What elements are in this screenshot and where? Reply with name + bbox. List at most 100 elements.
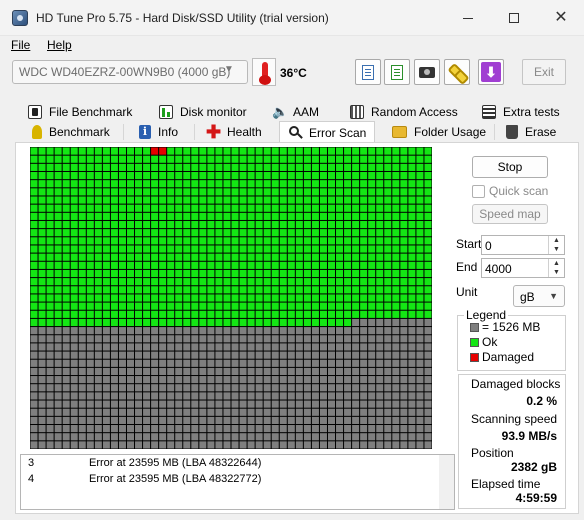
scan-block-ok [207,171,215,180]
scan-block-ok [78,163,86,171]
scan-block-unscanned [207,335,215,343]
scan-block-unscanned [54,400,62,408]
scan-block-ok [151,155,159,163]
tab-health[interactable]: ✚ Health [206,122,262,142]
speed-map-button[interactable]: Speed map [472,204,548,224]
scan-block-ok [231,212,239,220]
scan-block-unscanned [46,433,54,441]
scan-block-unscanned [336,384,344,392]
unit-select[interactable]: gB ▼ [513,285,565,307]
screenshot-button[interactable] [414,59,440,85]
scan-block-ok [295,278,303,286]
scan-block-ok [102,310,110,318]
scan-block-unscanned [271,359,279,367]
quick-scan-checkbox[interactable]: Quick scan [472,183,548,199]
scan-block-unscanned [78,392,86,400]
scan-block-ok [311,302,319,310]
scan-block-ok [239,302,247,310]
menu-help[interactable]: Help [47,38,72,52]
scan-block-ok [110,196,118,204]
menu-file[interactable]: File [11,38,30,52]
tab-erase[interactable]: Erase [506,122,556,142]
close-button[interactable]: ✕ [538,0,584,36]
scan-block-ok [319,188,327,196]
scan-block-ok [62,237,70,245]
scan-block-ok [223,286,231,294]
scan-block-unscanned [135,376,143,384]
options-button[interactable] [444,59,470,85]
scan-block-ok [151,188,159,196]
scan-block-ok [135,188,143,196]
tab-file-benchmark[interactable]: File Benchmark [28,102,132,122]
scan-block-ok [255,278,263,286]
scan-block-ok [126,163,135,171]
scan-block-unscanned [408,400,416,408]
scan-block-ok [86,163,94,171]
scan-block-unscanned [287,335,295,343]
scan-block-unscanned [255,441,263,449]
scan-block-ok [255,229,263,237]
tab-bar: File Benchmark Disk monitor 🔈 AAM Random… [16,102,584,144]
scan-block-unscanned [408,392,416,400]
scan-block-ok [54,220,62,229]
scan-block-unscanned [38,416,46,425]
info-icon: i [139,125,151,139]
scan-block-unscanned [46,343,54,351]
tab-extra-tests[interactable]: Extra tests [482,102,560,122]
scan-block-unscanned [151,335,159,343]
scan-block-ok [207,269,215,278]
scan-block-ok [327,253,336,261]
scan-block-unscanned [319,384,327,392]
scan-block-ok [151,171,159,180]
tab-error-scan[interactable]: Error Scan [279,121,376,144]
scan-block-unscanned [344,425,352,433]
tab-info[interactable]: i Info [139,122,178,142]
stop-button[interactable]: Stop [472,156,548,178]
end-spinner-arrows[interactable]: ▲ ▼ [548,259,564,277]
scan-block-ok [30,229,38,237]
scan-block-ok [46,212,54,220]
scan-block-ok [384,261,392,269]
tab-random-access[interactable]: Random Access [350,102,458,122]
list-item[interactable]: 3 Error at 23595 MB (LBA 48322644) [21,455,440,471]
scan-block-ok [376,147,384,155]
start-input[interactable]: 0 ▲ ▼ [481,235,565,255]
tab-benchmark[interactable]: Benchmark [32,122,110,142]
scan-block-unscanned [376,318,384,327]
drive-select[interactable]: WDC WD40EZRZ-00WN9B0 (4000 gB) [12,60,248,84]
minimize-button[interactable] [445,0,491,36]
tab-aam[interactable]: 🔈 AAM [272,102,319,122]
scan-block-unscanned [400,441,408,449]
maximize-button[interactable] [491,0,537,36]
scan-block-ok [159,245,167,253]
start-spinner-arrows[interactable]: ▲ ▼ [548,236,564,254]
list-item[interactable]: 4 Error at 23595 MB (LBA 48322772) [21,471,440,487]
end-input[interactable]: 4000 ▲ ▼ [481,258,565,278]
scan-block-ok [118,253,126,261]
tab-folder-usage[interactable]: Folder Usage [392,122,486,142]
magnifier-icon [288,126,303,140]
exit-button[interactable]: Exit [522,59,566,85]
error-list[interactable]: 3 Error at 23595 MB (LBA 48322644) 4 Err… [20,454,441,510]
copy-text-button[interactable] [355,59,381,85]
scan-block-ok [424,286,432,294]
scan-block-unscanned [231,359,239,367]
scan-block-ok [183,163,191,171]
scan-block-unscanned [126,367,135,376]
scan-block-unscanned [118,335,126,343]
save-button[interactable]: ⬇ [478,59,504,85]
tab-disk-monitor[interactable]: Disk monitor [159,102,247,122]
scan-block-ok [384,278,392,286]
scan-block-ok [279,180,287,188]
scan-block-ok [344,269,352,278]
scan-block-unscanned [368,416,376,425]
scan-block-unscanned [279,327,287,335]
scan-block-unscanned [54,433,62,441]
scan-block-unscanned [126,343,135,351]
tab-folder-usage-label: Folder Usage [414,125,487,139]
copy-info-button[interactable] [384,59,410,85]
error-list-scrollbar[interactable] [439,454,455,510]
scan-block-unscanned [376,441,384,449]
scan-block-unscanned [151,408,159,416]
scan-block-unscanned [151,351,159,359]
